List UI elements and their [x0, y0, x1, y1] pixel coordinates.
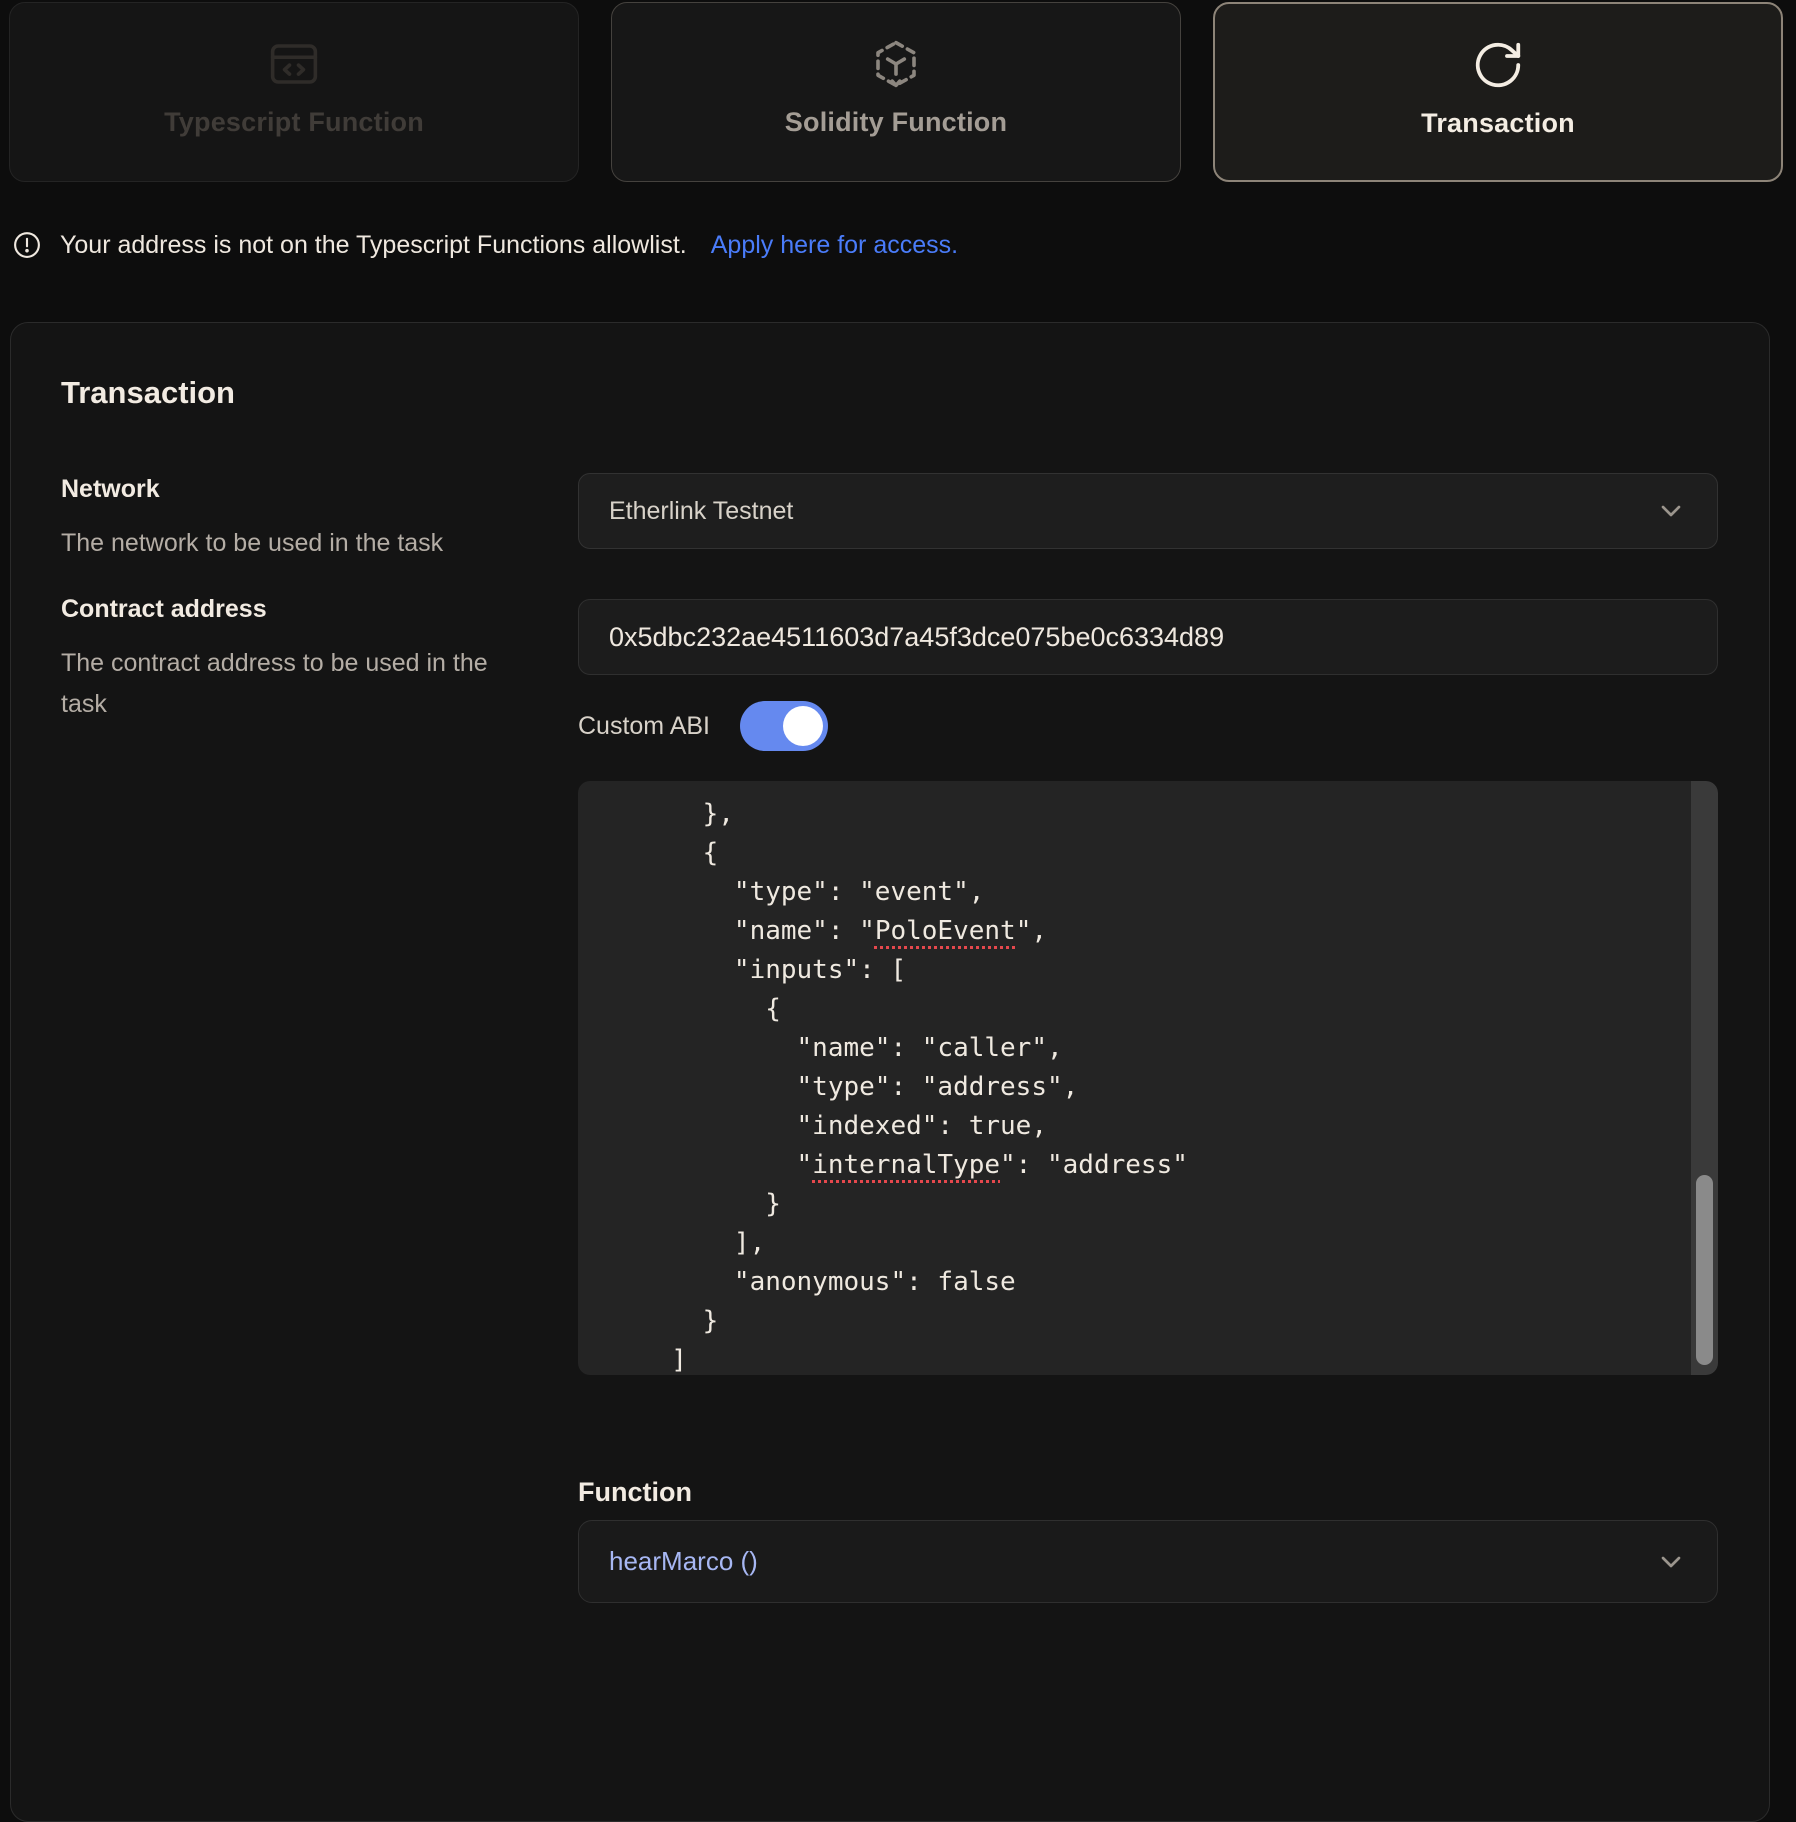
custom-abi-row: Custom ABI	[578, 701, 828, 751]
tab-transaction[interactable]: Transaction	[1213, 2, 1783, 182]
allowlist-alert: Your address is not on the Typescript Fu…	[12, 230, 958, 260]
alert-circle-icon	[12, 230, 42, 260]
editor-scrollbar-track[interactable]	[1691, 781, 1718, 1375]
rotate-cw-icon	[1471, 38, 1525, 92]
editor-scrollbar-thumb[interactable]	[1696, 1175, 1713, 1365]
contract-address-label: Contract address	[61, 595, 267, 624]
tab-label: Transaction	[1421, 108, 1575, 139]
panel-title: Transaction	[61, 375, 235, 411]
abi-code-editor[interactable]: }, { "type": "event", "name": "PoloEvent…	[578, 781, 1718, 1375]
network-label: Network	[61, 475, 160, 504]
network-select[interactable]: Etherlink Testnet	[578, 473, 1718, 549]
tab-solidity-function[interactable]: Solidity Function	[611, 2, 1181, 182]
dashed-box-icon	[869, 37, 923, 91]
abi-code: }, { "type": "event", "name": "PoloEvent…	[578, 781, 1718, 1375]
toggle-knob	[783, 706, 823, 746]
contract-address-description: The contract address to be used in the t…	[61, 643, 531, 725]
function-label: Function	[578, 1477, 692, 1508]
custom-abi-label: Custom ABI	[578, 712, 710, 741]
custom-abi-toggle[interactable]	[740, 701, 828, 751]
chevron-down-icon	[1655, 495, 1687, 527]
contract-address-input[interactable]: 0x5dbc232ae4511603d7a45f3dce075be0c6334d…	[578, 599, 1718, 675]
chevron-down-icon	[1655, 1546, 1687, 1578]
task-type-tabs: Typescript Function Solidity Function Tr…	[9, 2, 1783, 182]
apply-access-link[interactable]: Apply here for access.	[711, 231, 958, 260]
allowlist-alert-text: Your address is not on the Typescript Fu…	[60, 231, 687, 260]
tab-label: Typescript Function	[164, 107, 424, 138]
network-select-value: Etherlink Testnet	[609, 497, 793, 526]
tab-typescript-function[interactable]: Typescript Function	[9, 2, 579, 182]
function-select[interactable]: hearMarco ()	[578, 1520, 1718, 1603]
function-select-value: hearMarco ()	[609, 1546, 758, 1577]
code-window-icon	[267, 37, 321, 91]
network-description: The network to be used in the task	[61, 523, 443, 564]
contract-address-value: 0x5dbc232ae4511603d7a45f3dce075be0c6334d…	[609, 622, 1224, 653]
tab-label: Solidity Function	[785, 107, 1007, 138]
transaction-panel: Transaction Network The network to be us…	[10, 322, 1770, 1822]
